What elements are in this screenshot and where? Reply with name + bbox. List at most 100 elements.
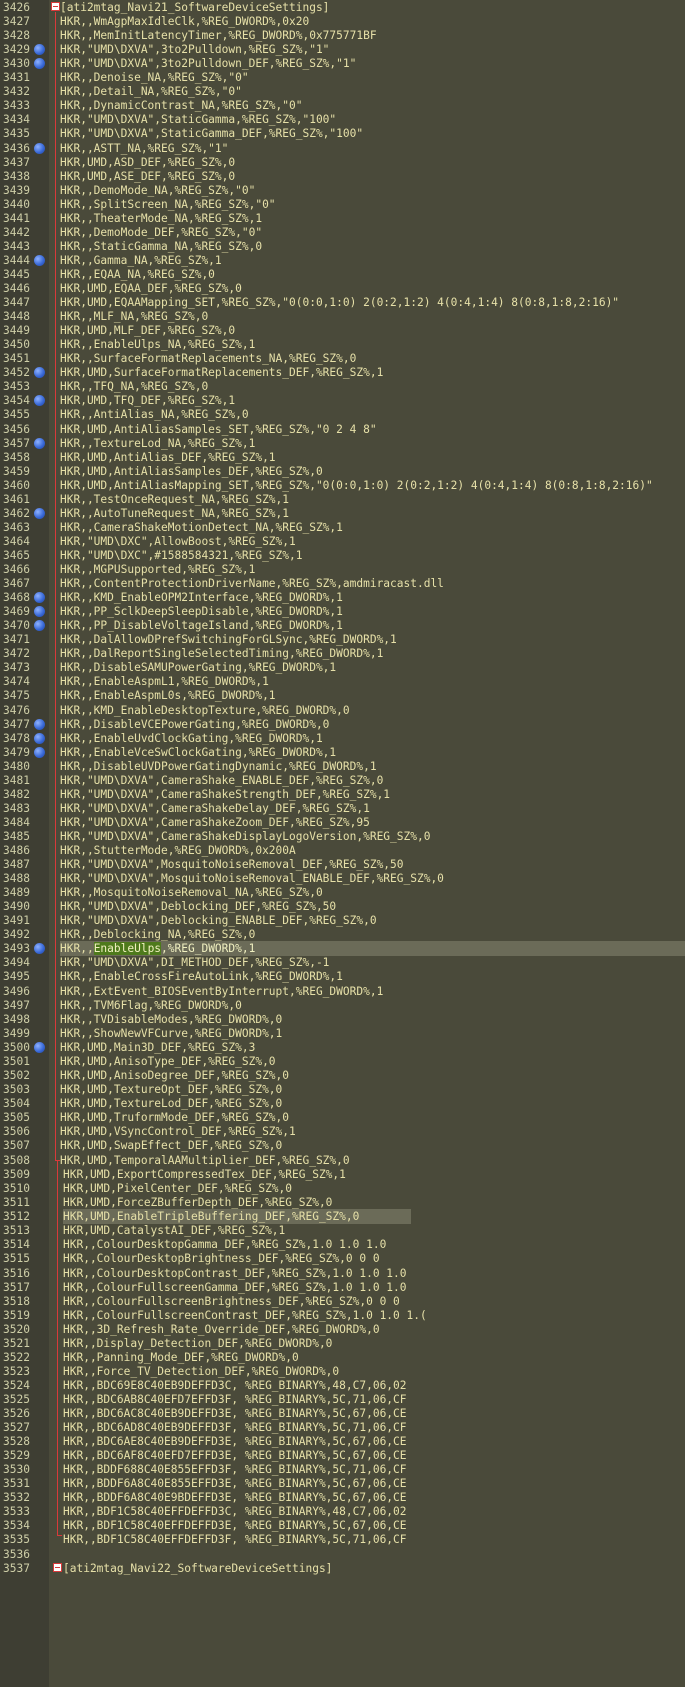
code-text[interactable]: [ati2mtag_Navi21_SoftwareDeviceSettings] [60, 0, 329, 15]
line-number[interactable]: 3492 [0, 927, 30, 942]
code-text[interactable]: HKR,,DisableSAMUPowerGating,%REG_DWORD%,… [60, 660, 336, 675]
code-text[interactable]: HKR,UMD,SwapEffect_DEF,%REG_SZ%,0 [60, 1138, 282, 1153]
code-line[interactable]: 3511 HKR,UMD,ForceZBufferDepth_DEF,%REG_S… [0, 1195, 685, 1210]
line-number[interactable]: 3513 [0, 1223, 30, 1238]
code-line[interactable]: 3499 HKR,,ShowNewVFCurve,%REG_DWORD%,1 [0, 1026, 685, 1041]
line-number[interactable]: 3433 [0, 98, 30, 113]
code-text[interactable]: HKR,UMD,ExportCompressedTex_DEF,%REG_SZ%… [63, 1167, 346, 1182]
line-number[interactable]: 3450 [0, 337, 30, 352]
code-line[interactable]: 3446 HKR,UMD,EQAA_DEF,%REG_SZ%,0 [0, 281, 685, 296]
code-text[interactable]: HKR,UMD,ASD_DEF,%REG_SZ%,0 [60, 155, 235, 170]
line-number[interactable]: 3481 [0, 773, 30, 788]
line-number[interactable]: 3460 [0, 478, 30, 493]
code-text[interactable]: HKR,,ColourDesktopGamma_DEF,%REG_SZ%,1.0… [63, 1237, 386, 1252]
code-line[interactable]: 3444 HKR,,Gamma_NA,%REG_SZ%,1 [0, 253, 685, 268]
line-number[interactable]: 3432 [0, 84, 30, 99]
line-number[interactable]: 3478 [0, 731, 30, 746]
line-number[interactable]: 3471 [0, 632, 30, 647]
line-number[interactable]: 3474 [0, 674, 30, 689]
code-text[interactable]: HKR,,EnableVceSwClockGating,%REG_DWORD%,… [60, 745, 336, 760]
code-text[interactable]: HKR,UMD,TextureOpt_DEF,%REG_SZ%,0 [60, 1082, 282, 1097]
line-number[interactable]: 3502 [0, 1068, 30, 1083]
code-text[interactable]: HKR,"UMD\DXVA",CameraShake_ENABLE_DEF,%R… [60, 773, 383, 788]
code-text[interactable]: HKR,,ColourFullscreenBrightness_DEF,%REG… [63, 1294, 400, 1309]
code-line[interactable]: 3460 HKR,UMD,AntiAliasMapping_SET,%REG_SZ… [0, 478, 685, 493]
bookmark-icon[interactable] [34, 254, 45, 266]
code-text[interactable]: HKR,,DalAllowDPrefSwitchingForGLSync,%RE… [60, 632, 397, 647]
bookmark-icon[interactable] [34, 620, 45, 632]
code-line[interactable]: 3533 HKR,,BDF1C58C40EFFDEFFD3C, %REG_BINA… [0, 1504, 685, 1519]
code-line[interactable]: 3467 HKR,,ContentProtectionDriverName,%RE… [0, 576, 685, 591]
code-text[interactable]: HKR,,BDC6AC8C40EB9DEFFD3E, %REG_BINARY%,… [63, 1406, 407, 1421]
code-line[interactable]: 3435 HKR,"UMD\DXVA",StaticGamma_DEF,%REG_… [0, 126, 685, 141]
code-text[interactable]: HKR,,ColourFullscreenGamma_DEF,%REG_SZ%,… [63, 1280, 407, 1295]
code-text[interactable]: HKR,UMD,EQAA_DEF,%REG_SZ%,0 [60, 281, 242, 296]
code-line[interactable]: 3463 HKR,,CameraShakeMotionDetect_NA,%REG… [0, 520, 685, 535]
bookmark-icon[interactable] [34, 732, 45, 744]
code-text[interactable]: HKR,,3D_Refresh_Rate_Override_DEF,%REG_D… [63, 1322, 380, 1337]
code-line[interactable]: 3501 HKR,UMD,AnisoType_DEF,%REG_SZ%,0 [0, 1054, 685, 1069]
code-line[interactable]: 3485 HKR,"UMD\DXVA",CameraShakeDisplayLog… [0, 829, 685, 844]
line-number[interactable]: 3500 [0, 1040, 30, 1055]
line-number[interactable]: 3508 [0, 1153, 30, 1168]
code-line[interactable]: 3474 HKR,,EnableAspmL1,%REG_DWORD%,1 [0, 674, 685, 689]
code-text[interactable]: HKR,,BDC6AF8C40EFD7EFFD3E, %REG_BINARY%,… [63, 1448, 407, 1463]
code-line[interactable]: 3498 HKR,,TVDisableModes,%REG_DWORD%,0 [0, 1012, 685, 1027]
code-text[interactable]: HKR,,DisableVCEPowerGating,%REG_DWORD%,0 [60, 717, 329, 732]
line-number[interactable]: 3499 [0, 1026, 30, 1041]
code-text[interactable]: [ati2mtag_Navi22_SoftwareDeviceSettings] [63, 1561, 332, 1576]
line-number[interactable]: 3455 [0, 407, 30, 422]
line-number[interactable]: 3533 [0, 1504, 30, 1519]
code-text[interactable]: HKR,,ASTT_NA,%REG_SZ%,"1" [60, 141, 228, 156]
code-line[interactable]: 3519 HKR,,ColourFullscreenContrast_DEF,%R… [0, 1308, 685, 1323]
line-number[interactable]: 3442 [0, 225, 30, 240]
code-line[interactable]: 3456 HKR,UMD,AntiAliasSamples_SET,%REG_SZ… [0, 422, 685, 437]
code-text[interactable]: HKR,,PP_DisableVoltageIsland,%REG_DWORD%… [60, 618, 343, 633]
line-number[interactable]: 3518 [0, 1294, 30, 1309]
code-line[interactable]: 3484 HKR,"UMD\DXVA",CameraShakeZoom_DEF,%… [0, 815, 685, 830]
code-line[interactable]: 3496 HKR,,ExtEvent_BIOSEventByInterrupt,%… [0, 984, 685, 999]
code-text[interactable]: HKR,,Gamma_NA,%REG_SZ%,1 [60, 253, 222, 268]
line-number[interactable]: 3535 [0, 1532, 30, 1547]
code-text[interactable]: HKR,"UMD\DXVA",StaticGamma_DEF,%REG_SZ%,… [60, 126, 363, 141]
code-line[interactable]: 3491 HKR,"UMD\DXVA",Deblocking_ENABLE_DEF… [0, 913, 685, 928]
code-line[interactable]: 3523 HKR,,Force_TV_Detection_DEF,%REG_DWO… [0, 1364, 685, 1379]
line-number[interactable]: 3428 [0, 28, 30, 43]
line-number[interactable]: 3485 [0, 829, 30, 844]
code-text[interactable]: HKR,UMD,AntiAliasSamples_DEF,%REG_SZ%,0 [60, 464, 323, 479]
line-number[interactable]: 3507 [0, 1138, 30, 1153]
line-number[interactable]: 3470 [0, 618, 30, 633]
bookmark-icon[interactable] [34, 44, 45, 56]
code-text[interactable]: HKR,,EQAA_NA,%REG_SZ%,0 [60, 267, 215, 282]
line-number[interactable]: 3496 [0, 984, 30, 999]
code-text[interactable]: HKR,,CameraShakeMotionDetect_NA,%REG_SZ%… [60, 520, 343, 535]
line-number[interactable]: 3429 [0, 42, 30, 57]
code-line[interactable]: 3508 HKR,UMD,TemporalAAMultiplier_DEF,%RE… [0, 1153, 685, 1168]
line-number[interactable]: 3520 [0, 1322, 30, 1337]
code-text[interactable]: HKR,UMD,AntiAlias_DEF,%REG_SZ%,1 [60, 450, 276, 465]
code-text[interactable]: HKR,,BDC6AB8C40EFD7EFFD3F, %REG_BINARY%,… [63, 1392, 407, 1407]
code-line[interactable]: 3517 HKR,,ColourFullscreenGamma_DEF,%REG_… [0, 1280, 685, 1295]
line-number[interactable]: 3526 [0, 1406, 30, 1421]
line-number[interactable]: 3523 [0, 1364, 30, 1379]
bookmark-icon[interactable] [34, 1041, 45, 1053]
code-text[interactable]: HKR,,MLF_NA,%REG_SZ%,0 [60, 309, 208, 324]
code-line[interactable]: 3492 HKR,,Deblocking_NA,%REG_SZ%,0 [0, 927, 685, 942]
line-number[interactable]: 3534 [0, 1518, 30, 1533]
code-text[interactable]: HKR,,KMD_EnableDesktopTexture,%REG_DWORD… [60, 703, 350, 718]
bookmark-icon[interactable] [34, 58, 45, 70]
code-line[interactable]: 3476 HKR,,KMD_EnableDesktopTexture,%REG_D… [0, 703, 685, 718]
line-number[interactable]: 3525 [0, 1392, 30, 1407]
code-text[interactable]: HKR,UMD,CatalystAI_DEF,%REG_SZ%,1 [63, 1223, 285, 1238]
code-text[interactable]: HKR,,TFQ_NA,%REG_SZ%,0 [60, 379, 208, 394]
line-number[interactable]: 3521 [0, 1336, 30, 1351]
code-line[interactable]: 3521 HKR,,Display_Detection_DEF,%REG_DWOR… [0, 1336, 685, 1351]
line-number[interactable]: 3426 [0, 0, 30, 15]
line-number[interactable]: 3488 [0, 871, 30, 886]
line-number[interactable]: 3430 [0, 56, 30, 71]
code-line[interactable]: 3432 HKR,,Detail_NA,%REG_SZ%,"0" [0, 84, 685, 99]
code-line[interactable]: 3487 HKR,"UMD\DXVA",MosquitoNoiseRemoval_… [0, 857, 685, 872]
code-text[interactable]: HKR,,BDDF6A8C40E9BDEFFD3E, %REG_BINARY%,… [63, 1490, 407, 1505]
code-line[interactable]: 3479 HKR,,EnableVceSwClockGating,%REG_DWO… [0, 745, 685, 760]
code-line[interactable]: 3452 HKR,UMD,SurfaceFormatReplacements_DE… [0, 365, 685, 380]
